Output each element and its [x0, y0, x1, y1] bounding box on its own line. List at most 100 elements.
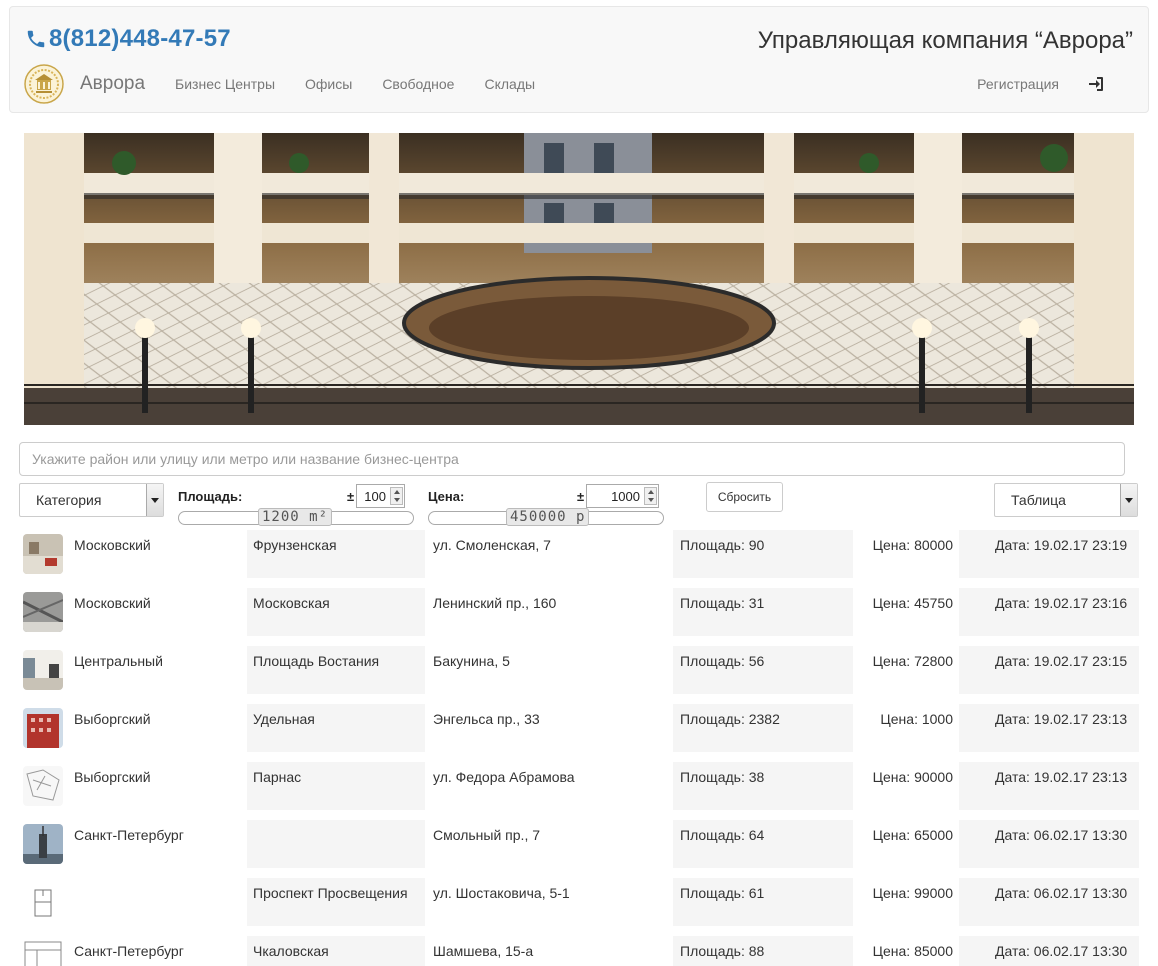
cell-district: Санкт-Петербург	[70, 820, 247, 868]
sign-in-icon[interactable]	[1087, 75, 1105, 93]
banner-image	[24, 133, 1134, 425]
listing-thumbnail[interactable]	[23, 650, 63, 690]
nav-free[interactable]: Свободное	[382, 76, 454, 92]
cell-address: Смольный пр., 7	[428, 820, 671, 868]
table-row[interactable]: Московский Московская Ленинский пр., 160…	[19, 588, 1140, 636]
cell-metro: Парнас	[247, 762, 425, 810]
chevron-down-icon[interactable]	[146, 484, 163, 516]
listing-thumbnail[interactable]	[23, 766, 63, 806]
listing-thumbnail[interactable]	[23, 708, 63, 748]
area-plusminus: ±	[347, 489, 355, 504]
category-select[interactable]: Категория	[19, 483, 164, 517]
cell-price: Цена: 90000	[853, 762, 959, 810]
cell-date: Дата: 19.02.17 23:13	[959, 762, 1139, 810]
cell-price: Цена: 99000	[853, 878, 959, 926]
company-title: Управляющая компания “Аврора”	[757, 27, 1133, 54]
listing-thumbnail[interactable]	[23, 592, 63, 632]
cell-price: Цена: 72800	[853, 646, 959, 694]
table-row[interactable]: Московский Фрунзенская ул. Смоленская, 7…	[19, 530, 1140, 578]
area-delta-value: 100	[364, 488, 386, 504]
cell-address: Энгельса пр., 33	[428, 704, 671, 752]
cell-district: Центральный	[70, 646, 247, 694]
listing-thumbnail[interactable]	[23, 534, 63, 574]
cell-metro	[247, 820, 425, 868]
cell-date: Дата: 06.02.17 13:30	[959, 936, 1139, 966]
logo-emblem-icon[interactable]	[24, 64, 64, 104]
main-nav: Аврора Бизнес Центры Офисы Свободное Скл…	[24, 64, 1133, 104]
table-row[interactable]: Санкт-Петербург Смольный пр., 7 Площадь:…	[19, 820, 1140, 868]
price-plusminus: ±	[577, 489, 585, 504]
chevron-down-icon[interactable]	[1120, 484, 1137, 516]
cell-district: Выборгский	[70, 762, 247, 810]
table-row[interactable]: Центральный Площадь Востания Бакунина, 5…	[19, 646, 1140, 694]
cell-area: Площадь: 38	[673, 762, 853, 810]
price-label: Цена:	[428, 489, 465, 504]
cell-date: Дата: 19.02.17 23:16	[959, 588, 1139, 636]
cell-price: Цена: 80000	[853, 530, 959, 578]
area-delta-stepper[interactable]: 100	[356, 484, 405, 508]
area-slider-value[interactable]: 1200 m²	[258, 508, 333, 526]
cell-date: Дата: 19.02.17 23:19	[959, 530, 1139, 578]
table-row[interactable]: Проспект Просвещения ул. Шостаковича, 5-…	[19, 878, 1140, 926]
cell-date: Дата: 19.02.17 23:13	[959, 704, 1139, 752]
cell-metro: Чкаловская	[247, 936, 425, 966]
cell-address: ул. Федора Абрамова	[428, 762, 671, 810]
stepper-arrows-icon[interactable]	[644, 487, 657, 505]
view-select[interactable]: Таблица	[994, 483, 1138, 517]
listing-table: Московский Фрунзенская ул. Смоленская, 7…	[19, 530, 1140, 966]
cell-price: Цена: 85000	[853, 936, 959, 966]
cell-metro: Удельная	[247, 704, 425, 752]
price-delta-value: 1000	[611, 488, 640, 504]
cell-price: Цена: 65000	[853, 820, 959, 868]
cell-price: Цена: 45750	[853, 588, 959, 636]
area-label: Площадь:	[178, 489, 243, 504]
table-row[interactable]: Выборгский Удельная Энгельса пр., 33 Пло…	[19, 704, 1140, 752]
phone-link[interactable]: 8(812)448-47-57	[25, 25, 231, 53]
reset-button[interactable]: Сбросить	[706, 482, 783, 512]
cell-address: ул. Шостаковича, 5-1	[428, 878, 671, 926]
nav-warehouses[interactable]: Склады	[484, 76, 535, 92]
price-slider[interactable]: 450000 р	[428, 508, 664, 526]
cell-area: Площадь: 64	[673, 820, 853, 868]
cell-date: Дата: 19.02.17 23:15	[959, 646, 1139, 694]
cell-address: Шамшева, 15-а	[428, 936, 671, 966]
listing-thumbnail[interactable]	[23, 882, 63, 922]
listing-thumbnail[interactable]	[23, 824, 63, 864]
cell-district: Санкт-Петербург	[70, 936, 247, 966]
cell-metro: Проспект Просвещения	[247, 878, 425, 926]
cell-district: Московский	[70, 588, 247, 636]
phone-icon	[27, 30, 45, 48]
cell-area: Площадь: 61	[673, 878, 853, 926]
nav-business-centers[interactable]: Бизнес Центры	[175, 76, 275, 92]
cell-district: Московский	[70, 530, 247, 578]
cell-area: Площадь: 2382	[673, 704, 853, 752]
price-delta-stepper[interactable]: 1000	[586, 484, 659, 508]
brand-link[interactable]: Аврора	[80, 73, 145, 95]
table-row[interactable]: Выборгский Парнас ул. Федора Абрамова Пл…	[19, 762, 1140, 810]
cell-area: Площадь: 90	[673, 530, 853, 578]
navbar: 8(812)448-47-57 Управляющая компания “Ав…	[9, 6, 1149, 113]
cell-date: Дата: 06.02.17 13:30	[959, 820, 1139, 868]
search-input[interactable]	[19, 442, 1125, 476]
cell-area: Площадь: 31	[673, 588, 853, 636]
nav-offices[interactable]: Офисы	[305, 76, 352, 92]
cell-price: Цена: 1000	[853, 704, 959, 752]
cell-address: ул. Смоленская, 7	[428, 530, 671, 578]
cell-area: Площадь: 88	[673, 936, 853, 966]
cell-area: Площадь: 56	[673, 646, 853, 694]
cell-metro: Фрунзенская	[247, 530, 425, 578]
cell-metro: Московская	[247, 588, 425, 636]
view-select-value: Таблица	[1011, 492, 1066, 508]
cell-address: Ленинский пр., 160	[428, 588, 671, 636]
table-row[interactable]: Санкт-Петербург Чкаловская Шамшева, 15-а…	[19, 936, 1140, 966]
cell-metro: Площадь Востания	[247, 646, 425, 694]
phone-number: 8(812)448-47-57	[49, 25, 231, 52]
cell-district: Выборгский	[70, 704, 247, 752]
listing-thumbnail[interactable]	[23, 940, 63, 966]
price-slider-value[interactable]: 450000 р	[506, 508, 590, 526]
register-link[interactable]: Регистрация	[977, 76, 1059, 92]
stepper-arrows-icon[interactable]	[390, 487, 403, 505]
area-slider[interactable]: 1200 m²	[178, 508, 414, 526]
cell-date: Дата: 06.02.17 13:30	[959, 878, 1139, 926]
cell-district	[70, 878, 247, 926]
